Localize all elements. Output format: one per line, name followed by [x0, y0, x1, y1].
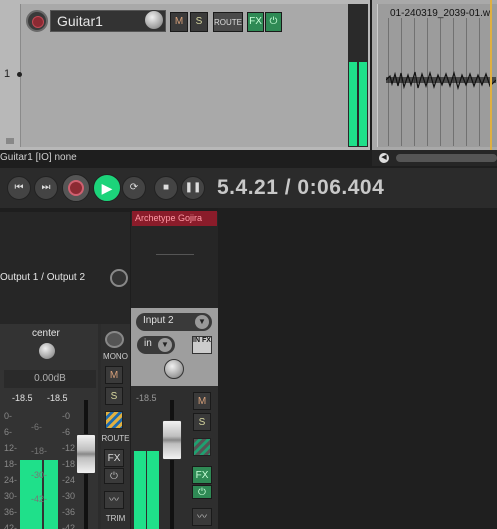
meter-scale-center: -6- -18- -30- -42-	[31, 422, 48, 504]
mixer-mute-button[interactable]: M	[105, 366, 123, 384]
input-mode-value: in	[144, 338, 152, 349]
pan-knob[interactable]	[38, 342, 56, 360]
route-icon[interactable]	[105, 411, 123, 429]
power-icon: ⏻	[269, 16, 278, 27]
mixer-fx-bypass[interactable]: ⏻	[104, 468, 124, 484]
peak-right: -18.5	[47, 393, 68, 403]
power-icon: ⏻	[198, 487, 206, 498]
output-knob-icon[interactable]	[110, 269, 128, 287]
fx-plugin-slot[interactable]: Archetype Gojira	[132, 211, 217, 226]
track-meter-right	[359, 62, 367, 146]
record-icon	[68, 180, 84, 196]
meter-scale-right: -0 -6 -12 -18 -24 -30 -36 -42	[62, 411, 76, 529]
solo-button[interactable]: S	[190, 12, 208, 32]
fx-bypass-button[interactable]: ⏻	[265, 12, 282, 32]
strip2-meter-left	[134, 451, 146, 529]
skip-forward-icon: ⏭	[41, 182, 51, 193]
mixer-route-label: ROUTE	[101, 434, 130, 443]
go-to-start-button[interactable]: ⏮	[7, 176, 31, 200]
track-dot	[17, 72, 22, 77]
input-fx-button[interactable]: IN FX	[192, 336, 212, 354]
output-section	[0, 212, 130, 324]
track-meter-left	[349, 62, 357, 146]
waveform	[386, 70, 496, 91]
trim-label: TRIM	[105, 514, 126, 523]
strip2-peak: -18.5	[136, 393, 157, 403]
pan-label: center	[32, 328, 60, 339]
skip-back-icon: ⏮	[14, 182, 24, 193]
volume-fader[interactable]	[76, 434, 96, 474]
folder-icon[interactable]	[6, 138, 14, 144]
time-display[interactable]: 5.4.21 / 0:06.404	[217, 176, 384, 200]
repeat-button[interactable]: ⟳	[122, 176, 146, 200]
peak-left: -18.5	[12, 393, 33, 403]
record-arm-button[interactable]	[26, 10, 48, 32]
go-to-end-button[interactable]: ⏭	[34, 176, 58, 200]
stop-icon: ■	[162, 182, 170, 193]
fx-button[interactable]: FX	[247, 12, 264, 32]
pause-icon: ❚❚	[184, 182, 202, 193]
trim-button[interactable]: 〰	[104, 491, 124, 509]
mixer-empty-area	[218, 208, 497, 529]
volume-readout[interactable]: 0.00dB	[4, 370, 96, 388]
volume-knob[interactable]	[144, 10, 164, 30]
input-select-value: Input 2	[143, 315, 174, 326]
strip2-volume-fader[interactable]	[162, 420, 182, 460]
envelope-icon: 〰	[197, 512, 207, 523]
scroll-left-icon[interactable]: ◀	[379, 153, 389, 163]
play-button[interactable]: ▶	[93, 174, 121, 202]
strip2-fx-button[interactable]: FX	[192, 466, 212, 484]
strip2-trim-button[interactable]: 〰	[192, 508, 212, 526]
daw-window: 1 Guitar1 M S ROUTE FX ⏻ 01-240319_2039-…	[0, 0, 497, 529]
io-status-label: Guitar1 [IO] none	[0, 152, 77, 163]
mixer-fx-button[interactable]: FX	[104, 449, 124, 467]
fx-slot-divider	[156, 254, 194, 255]
strip2-meter-right	[147, 451, 159, 529]
play-cursor	[490, 0, 492, 150]
mono-toggle[interactable]	[105, 331, 124, 348]
loop-icon: ⟳	[129, 182, 139, 193]
strip2-solo-button[interactable]: S	[193, 413, 211, 431]
chevron-down-icon[interactable]: ▼	[195, 315, 209, 329]
input-gain-knob[interactable]	[164, 359, 184, 379]
track-number: 1	[4, 68, 11, 80]
play-icon: ▶	[101, 180, 113, 196]
mixer-solo-button[interactable]: S	[105, 387, 123, 405]
strip2-fx-bypass[interactable]: ⏻	[192, 485, 212, 499]
route-button[interactable]: ROUTE	[213, 12, 243, 32]
pause-button[interactable]: ❚❚	[181, 176, 205, 200]
stop-button[interactable]: ■	[154, 176, 178, 200]
meter-scale-left: 0- 6- 12- 18- 24- 30- 36- 42-	[4, 411, 18, 529]
strip2-mute-button[interactable]: M	[193, 392, 211, 410]
power-icon: ⏻	[110, 471, 118, 482]
output-label[interactable]: Output 1 / Output 2	[0, 272, 85, 283]
scroll-thumb[interactable]	[396, 154, 497, 162]
mono-label: MONO	[103, 352, 128, 361]
envelope-icon: 〰	[109, 495, 119, 506]
mute-button[interactable]: M	[170, 12, 188, 32]
chevron-down-icon[interactable]: ▼	[158, 338, 172, 352]
strip2-route-icon[interactable]	[193, 438, 211, 456]
record-button[interactable]	[62, 174, 90, 202]
